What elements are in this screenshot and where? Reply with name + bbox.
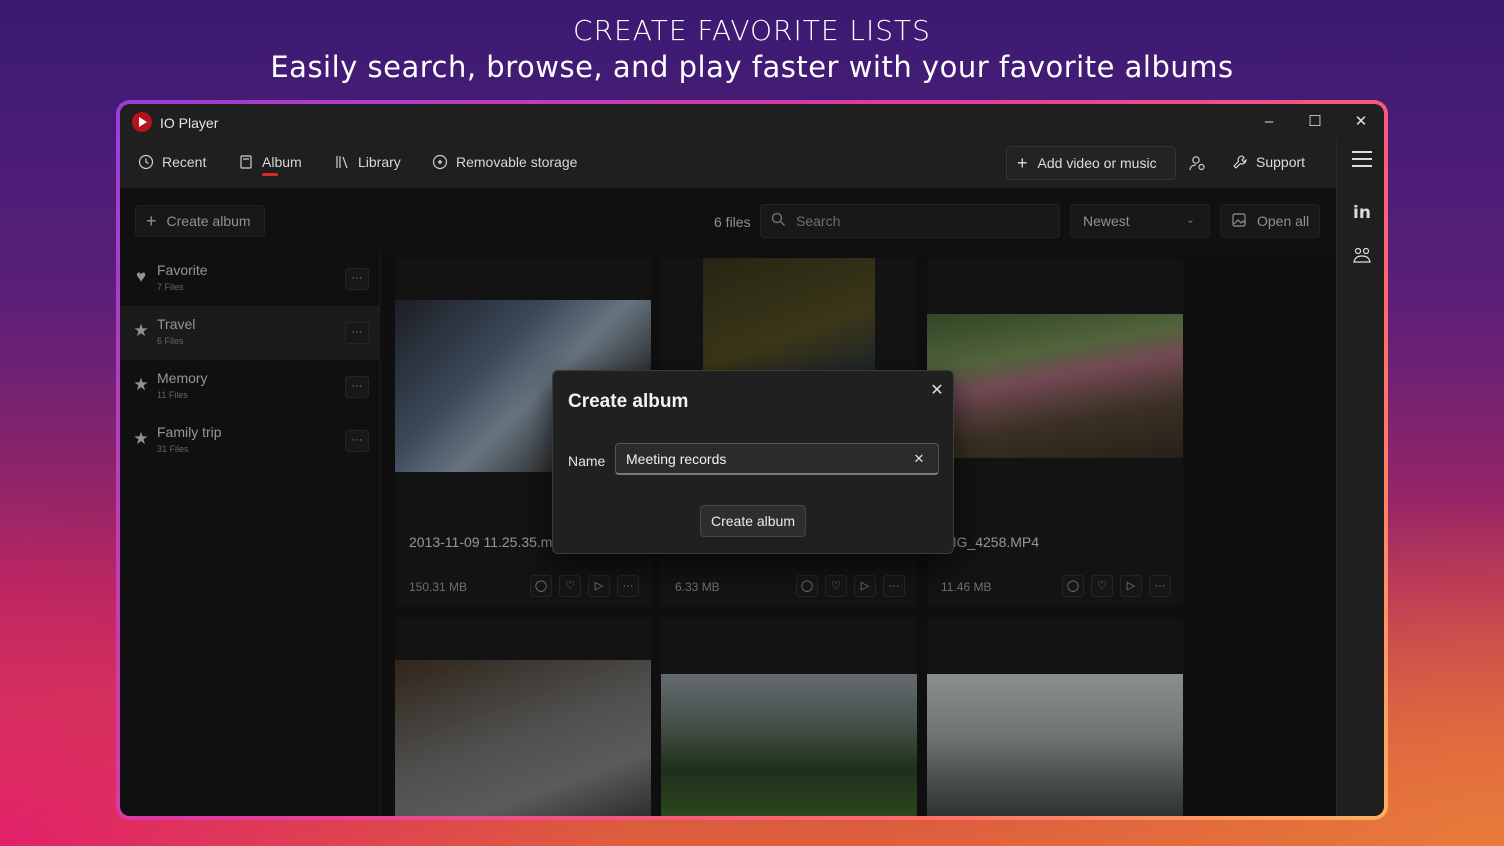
- dialog-title: Create album: [568, 391, 689, 412]
- clear-input-icon[interactable]: ✕: [909, 449, 929, 469]
- nav-item-removable-storage[interactable]: Removable storage: [432, 154, 577, 170]
- nav-label-library: Library: [358, 154, 401, 170]
- active-tab-indicator: [262, 173, 278, 176]
- community-icon[interactable]: [1347, 244, 1377, 274]
- support-button[interactable]: Support: [1232, 154, 1305, 173]
- main-nav: Recent Album Library Removable storage +…: [120, 140, 1336, 188]
- wrench-icon: [1232, 154, 1248, 173]
- title-bar: IO Player – ☐ ✕: [120, 104, 1384, 140]
- clock-icon: [138, 154, 154, 170]
- add-video-button[interactable]: + Add video or music: [1006, 146, 1176, 180]
- account-settings-icon[interactable]: [1188, 154, 1208, 174]
- close-icon[interactable]: ✕: [925, 379, 949, 403]
- create-album-confirm-button[interactable]: Create album: [700, 505, 806, 537]
- maximize-button[interactable]: ☐: [1300, 110, 1330, 134]
- linkedin-icon[interactable]: in: [1347, 198, 1377, 228]
- app-window: IO Player – ☐ ✕ Recent Album Library Rem…: [120, 104, 1384, 816]
- add-video-label: Add video or music: [1037, 155, 1157, 171]
- promo-subtitle: Easily search, browse, and play faster w…: [270, 50, 1234, 84]
- nav-label-removable-storage: Removable storage: [456, 154, 578, 170]
- nav-label-recent: Recent: [162, 154, 207, 170]
- support-label: Support: [1256, 154, 1306, 170]
- app-frame: IO Player – ☐ ✕ Recent Album Library Rem…: [116, 100, 1388, 820]
- plus-icon: +: [1017, 152, 1028, 173]
- name-label: Name: [568, 453, 606, 469]
- nav-item-album[interactable]: Album: [238, 154, 302, 170]
- nav-item-recent[interactable]: Recent: [138, 154, 206, 170]
- right-rail: in: [1336, 140, 1384, 816]
- app-title: IO Player: [160, 115, 219, 131]
- minimize-button[interactable]: –: [1254, 110, 1284, 134]
- create-album-dialog: Create album ✕ Name ✕ Create album: [552, 370, 954, 554]
- promo-title: CREATE FAVORITE LISTS: [573, 14, 931, 47]
- close-window-button[interactable]: ✕: [1346, 110, 1376, 134]
- menu-icon[interactable]: [1347, 146, 1377, 176]
- app-logo-icon: [132, 112, 152, 132]
- nav-item-library[interactable]: Library: [334, 154, 401, 170]
- nav-label-album: Album: [262, 154, 302, 170]
- album-name-input[interactable]: [615, 443, 939, 475]
- album-icon: [238, 154, 254, 170]
- library-icon: [334, 154, 350, 170]
- disc-icon: [432, 154, 448, 170]
